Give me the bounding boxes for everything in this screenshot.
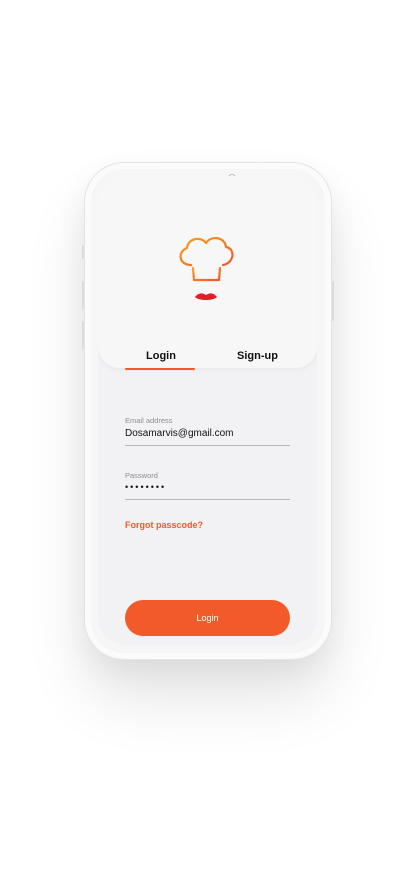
- side-button-right: [332, 281, 334, 321]
- email-underline: [125, 445, 290, 446]
- phone-frame: Login Sign-up Email address Dosamarvis@g…: [82, 162, 334, 660]
- side-button-left-1: [82, 245, 84, 259]
- forgot-passcode-link[interactable]: Forgot passcode?: [125, 520, 203, 530]
- lips-icon: [195, 293, 217, 300]
- side-button-left-2: [82, 281, 84, 309]
- password-underline: [125, 499, 290, 500]
- chef-hat-icon: [179, 237, 234, 300]
- email-field[interactable]: Dosamarvis@gmail.com: [125, 428, 290, 439]
- password-label: Password: [125, 471, 158, 480]
- side-button-left-3: [82, 321, 84, 349]
- email-label: Email address: [125, 416, 173, 425]
- tab-signup[interactable]: Sign-up: [237, 350, 278, 362]
- login-button[interactable]: Login: [125, 600, 290, 636]
- logo-header-card: Login Sign-up: [98, 176, 317, 368]
- password-field[interactable]: ••••••••: [125, 482, 290, 492]
- active-tab-indicator: [125, 368, 195, 370]
- tab-login[interactable]: Login: [146, 350, 176, 362]
- app-screen: Login Sign-up Email address Dosamarvis@g…: [98, 176, 317, 645]
